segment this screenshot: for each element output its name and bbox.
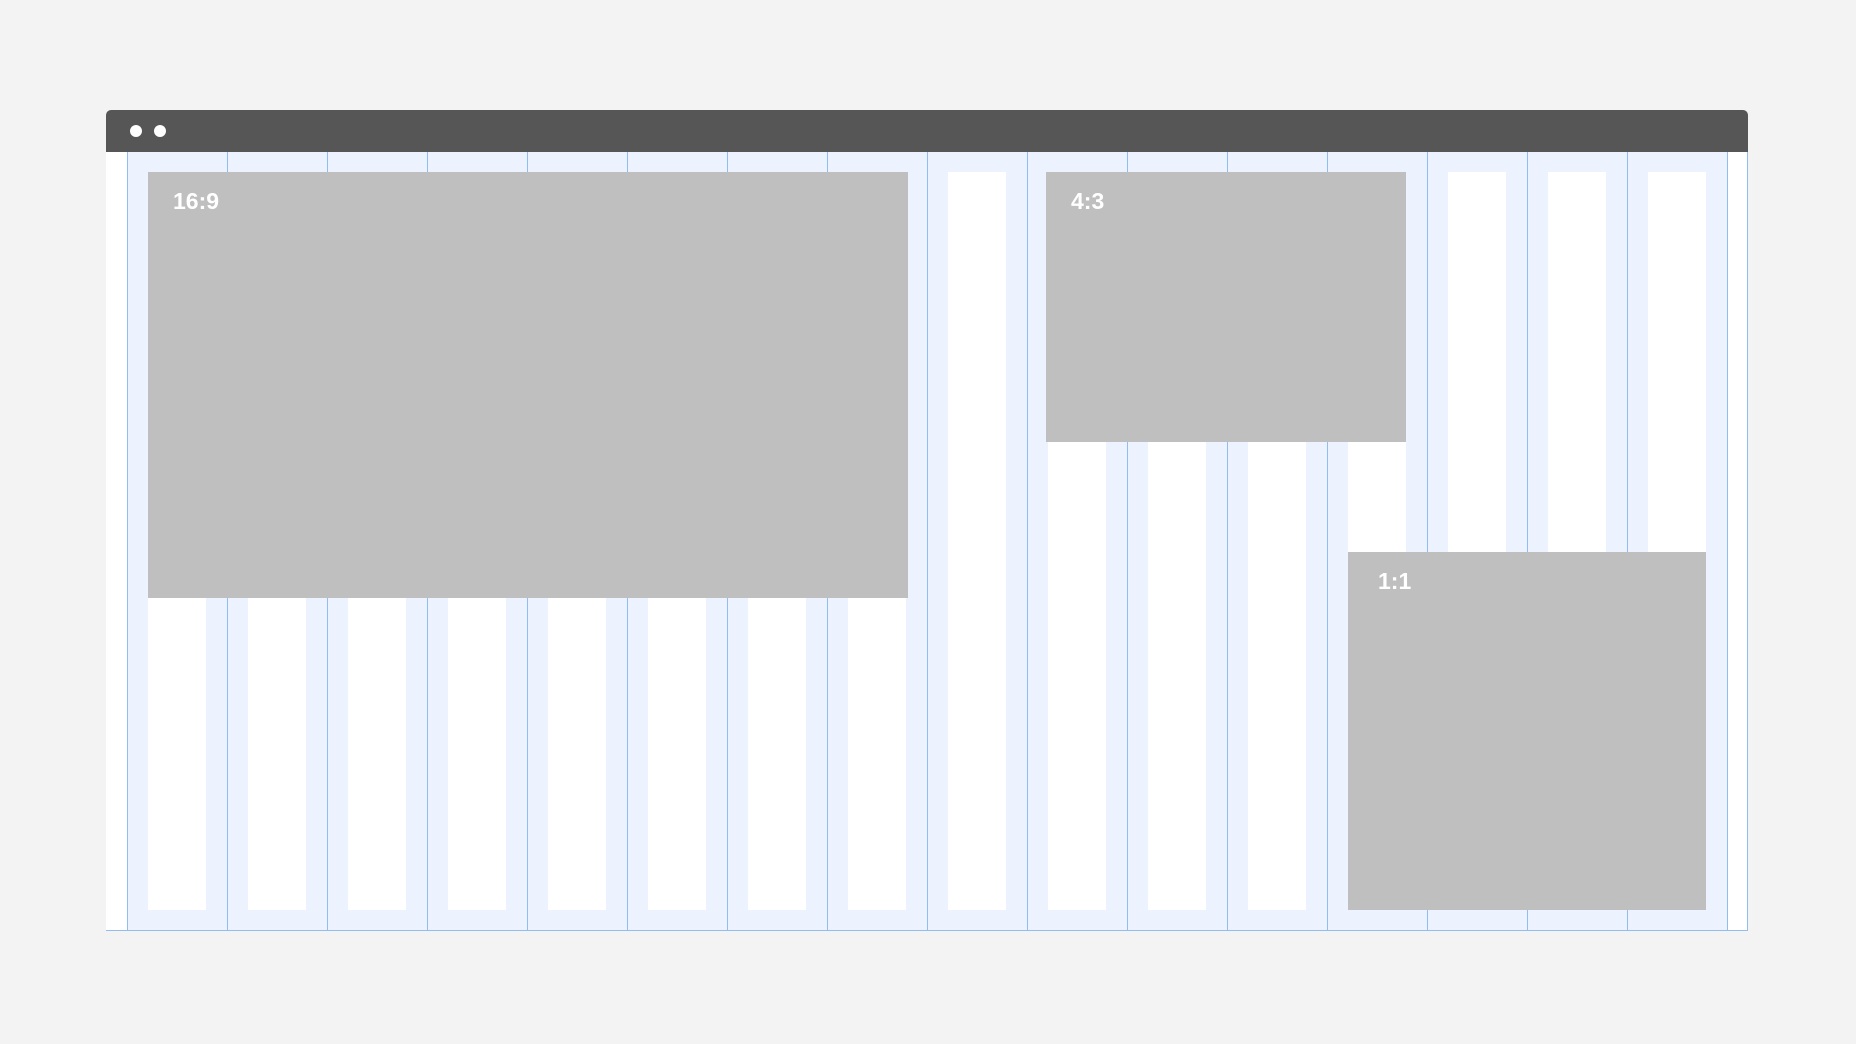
placeholder-4-3: 4:3	[1046, 172, 1406, 442]
layout-grid-canvas: 16:9 4:3 1:1	[106, 152, 1748, 931]
window-dot-icon	[154, 125, 166, 137]
aspect-ratio-label: 4:3	[1071, 188, 1105, 214]
grid-margin-line	[1727, 152, 1728, 930]
placeholder-16-9: 16:9	[148, 172, 908, 598]
placeholder-1-1: 1:1	[1348, 552, 1706, 910]
grid-margin-line	[1747, 152, 1748, 930]
grid-column-content	[948, 172, 1006, 910]
grid-column	[927, 152, 1027, 930]
window-dot-icon	[130, 125, 142, 137]
aspect-ratio-label: 1:1	[1378, 568, 1412, 594]
window-titlebar	[106, 110, 1748, 152]
browser-window-mockup: 16:9 4:3 1:1	[106, 110, 1748, 931]
aspect-ratio-label: 16:9	[173, 188, 220, 214]
